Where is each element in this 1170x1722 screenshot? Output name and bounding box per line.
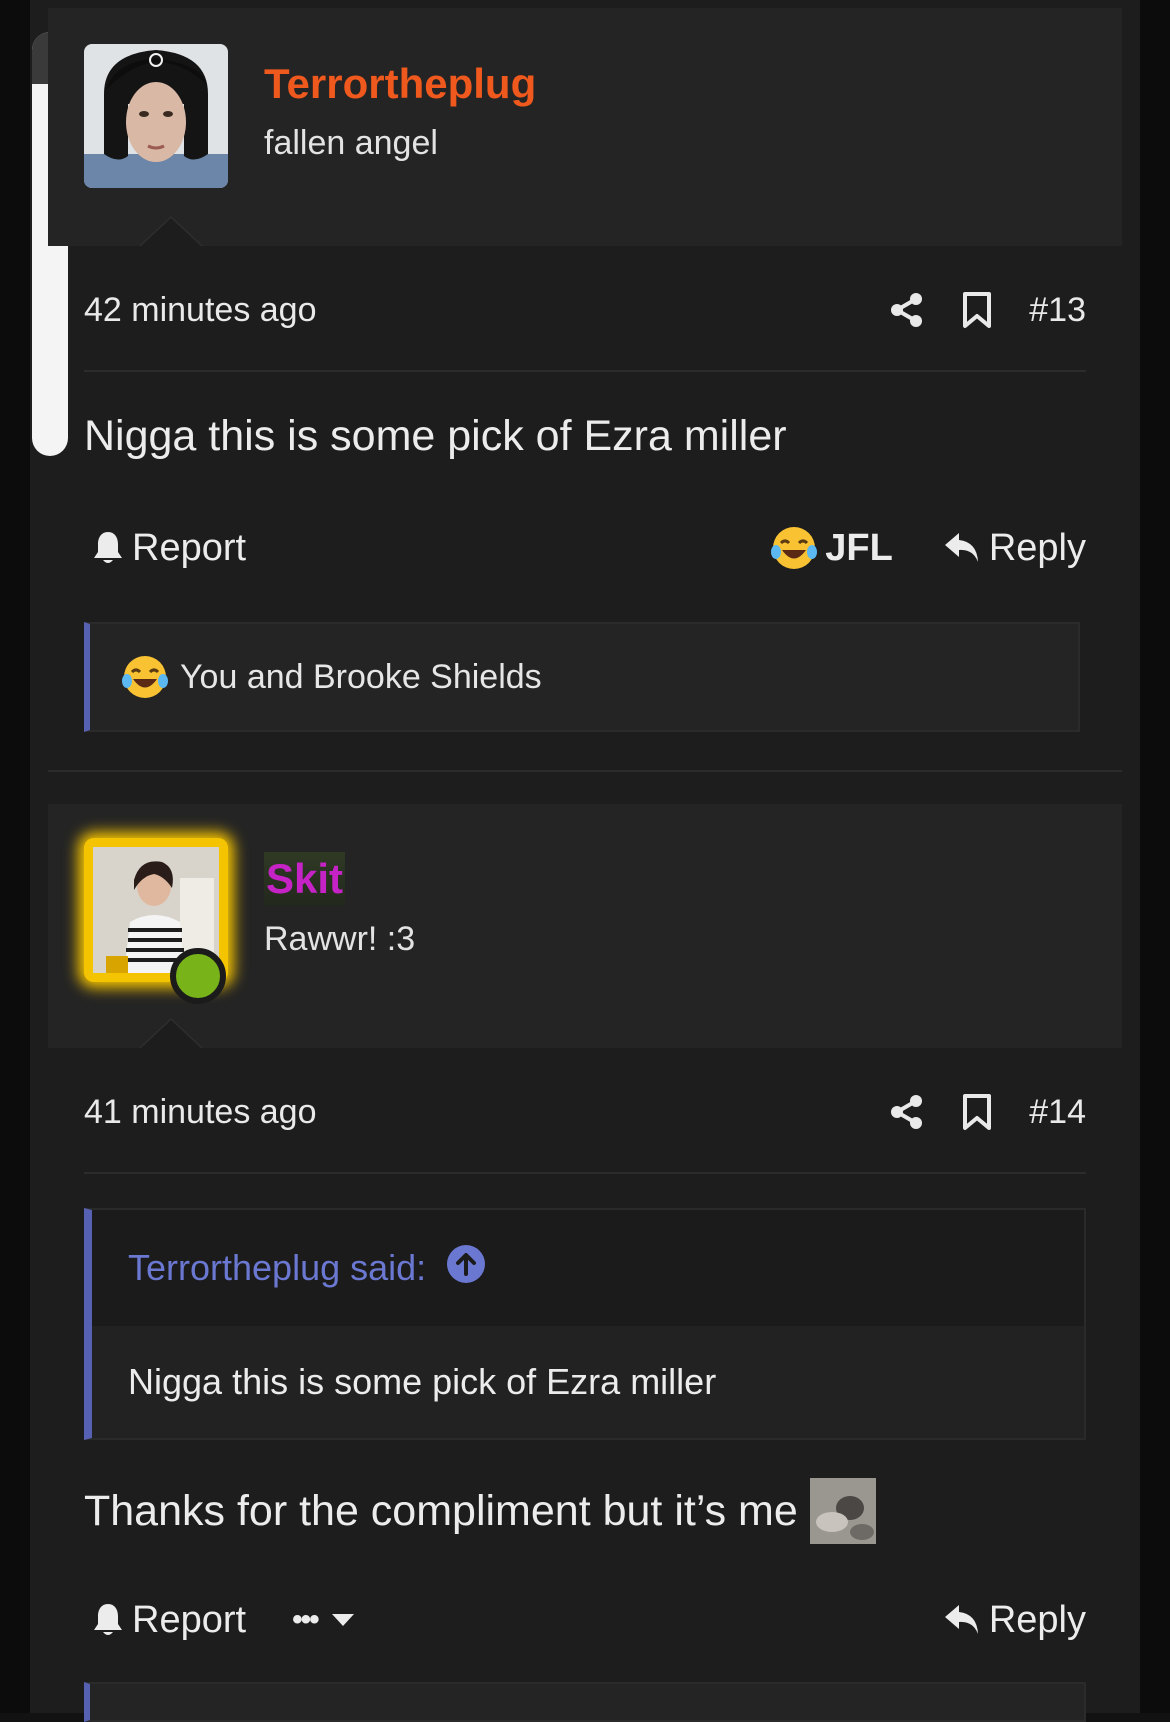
arrow-up-circle-icon[interactable] [446,1244,486,1293]
reaction-label: JFL [825,526,893,569]
share-icon[interactable] [889,292,925,328]
laughing-tears-emoji [771,527,818,569]
more-options-button[interactable]: ••• [292,1603,356,1637]
post-message: Nigga this is some pick of Ezra miller [84,412,787,460]
username[interactable]: Terrortheplug [264,60,536,108]
left-edge [0,0,30,1713]
reaction-summary[interactable]: You and Brooke Shields [84,622,1080,732]
timestamp[interactable]: 42 minutes ago [84,291,317,330]
reply-icon [944,533,978,562]
reply-button[interactable]: Reply [943,527,1086,570]
right-edge [1140,0,1170,1713]
user-title: fallen angel [264,124,438,162]
user-header: Terrortheplug fallen angel [48,8,1122,247]
reply-button[interactable]: Reply [943,1599,1086,1642]
reaction-summary[interactable] [84,1682,1086,1722]
bookmark-icon[interactable] [961,291,993,329]
more-icon: ••• [292,1603,319,1636]
share-icon[interactable] [889,1094,925,1130]
report-label: Report [132,1598,247,1641]
user-header: Skit Rawwr! :3 [48,804,1122,1049]
post-number[interactable]: #13 [1029,291,1086,330]
quote-attribution[interactable]: Terrortheplug said: [128,1247,426,1289]
post-number[interactable]: #14 [1029,1093,1086,1132]
reply-icon [944,1605,978,1634]
timestamp[interactable]: 41 minutes ago [84,1093,317,1132]
post-message-text: Thanks for the compliment but it’s me [84,1486,798,1535]
quote-block: Terrortheplug said: Nigga this is some p… [84,1208,1086,1440]
report-button[interactable]: Report [92,1599,246,1642]
header-pointer [139,1018,203,1049]
post-actions: Report ••• Reply [84,1590,1086,1650]
report-label: Report [132,526,247,569]
post-message: Thanks for the compliment but it’s me [84,1478,876,1544]
header-pointer [139,216,203,247]
laughing-tears-emoji [122,656,168,698]
reaction-summary-text: You and Brooke Shields [180,657,542,696]
report-button[interactable]: Report [92,527,246,570]
reply-label: Reply [988,526,1086,569]
chevron-down-icon [331,1614,354,1626]
post-meta: 41 minutes ago #14 [84,1052,1086,1174]
avatar[interactable] [84,44,228,188]
bell-icon [94,532,122,563]
post-actions: Report JFL Reply [84,518,1086,578]
quote-body: Nigga this is some pick of Ezra miller [92,1326,1084,1438]
reply-label: Reply [988,1598,1086,1641]
inline-image-thumbnail [809,1478,876,1544]
post-divider [48,770,1122,772]
username[interactable]: Skit [264,852,346,906]
user-title: Rawwr! :3 [264,920,416,958]
bookmark-icon[interactable] [961,1093,993,1131]
jfl-reaction-button[interactable]: JFL [771,525,893,571]
post-meta: 42 minutes ago #13 [84,250,1086,372]
bell-icon [94,1604,122,1635]
quote-header: Terrortheplug said: [92,1210,1084,1326]
online-status-indicator [170,948,226,1004]
